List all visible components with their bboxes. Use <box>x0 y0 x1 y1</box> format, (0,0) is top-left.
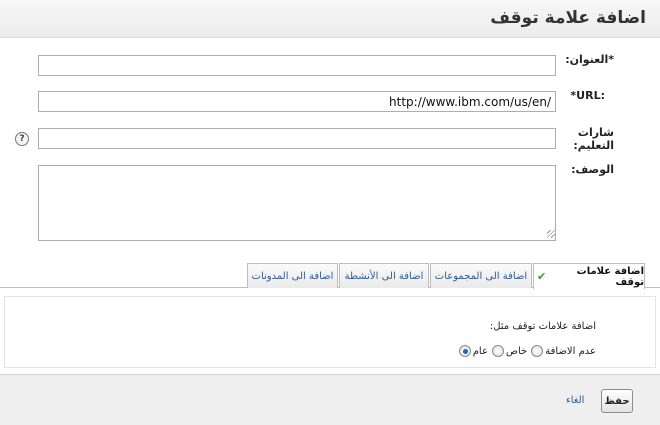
tab-add-to-communities[interactable]: اضافة الى المجموعات <box>430 263 532 288</box>
tab-label: اضافة الى الأنشطة <box>344 270 424 282</box>
visibility-radio-group: عام خاص عدم الاضافة <box>458 343 596 359</box>
tab-add-to-blogs[interactable]: اضافة الى المدونات <box>247 263 338 288</box>
radio-private[interactable] <box>491 345 504 357</box>
tab-add-to-activities[interactable]: اضافة الى الأنشطة <box>339 263 429 288</box>
radio-private-label: خاص <box>505 345 528 357</box>
tab-add-bookmarks[interactable]: اضافة علامات توقف ✔ <box>533 263 645 289</box>
radio-option-none[interactable]: عدم الاضافة <box>531 345 596 357</box>
check-icon: ✔ <box>537 270 547 283</box>
dialog-footer <box>0 374 660 425</box>
cancel-link[interactable]: الغاء <box>566 395 584 406</box>
help-icon[interactable]: ? <box>15 132 29 146</box>
radio-none[interactable] <box>531 345 544 357</box>
radio-none-label: عدم الاضافة <box>545 345 596 357</box>
radio-option-public[interactable]: عام <box>458 345 488 357</box>
tab-label: اضافة الى المجموعات <box>434 270 528 282</box>
radio-option-private[interactable]: خاص <box>491 345 528 357</box>
visibility-heading: اضافة علامات توقف مثل: <box>489 321 596 332</box>
description-textarea[interactable] <box>38 165 556 241</box>
save-button[interactable]: حفظ <box>601 389 633 413</box>
resize-grip-icon[interactable] <box>547 230 555 238</box>
tab-add-bookmarks-label: اضافة علامات توقف <box>576 265 644 288</box>
tab-bar: اضافة علامات توقف ✔ اضافة الى المجموعات … <box>0 263 660 289</box>
tags-input[interactable] <box>38 128 556 149</box>
radio-public-label: عام <box>472 345 488 357</box>
dialog-title: اضافة علامة توقف <box>490 8 646 28</box>
dialog-header: اضافة علامة توقف <box>0 0 660 38</box>
title-input[interactable] <box>38 55 556 76</box>
tab-label: اضافة الى المدونات <box>251 270 334 282</box>
radio-public[interactable] <box>458 345 471 357</box>
url-input[interactable] <box>38 91 556 112</box>
